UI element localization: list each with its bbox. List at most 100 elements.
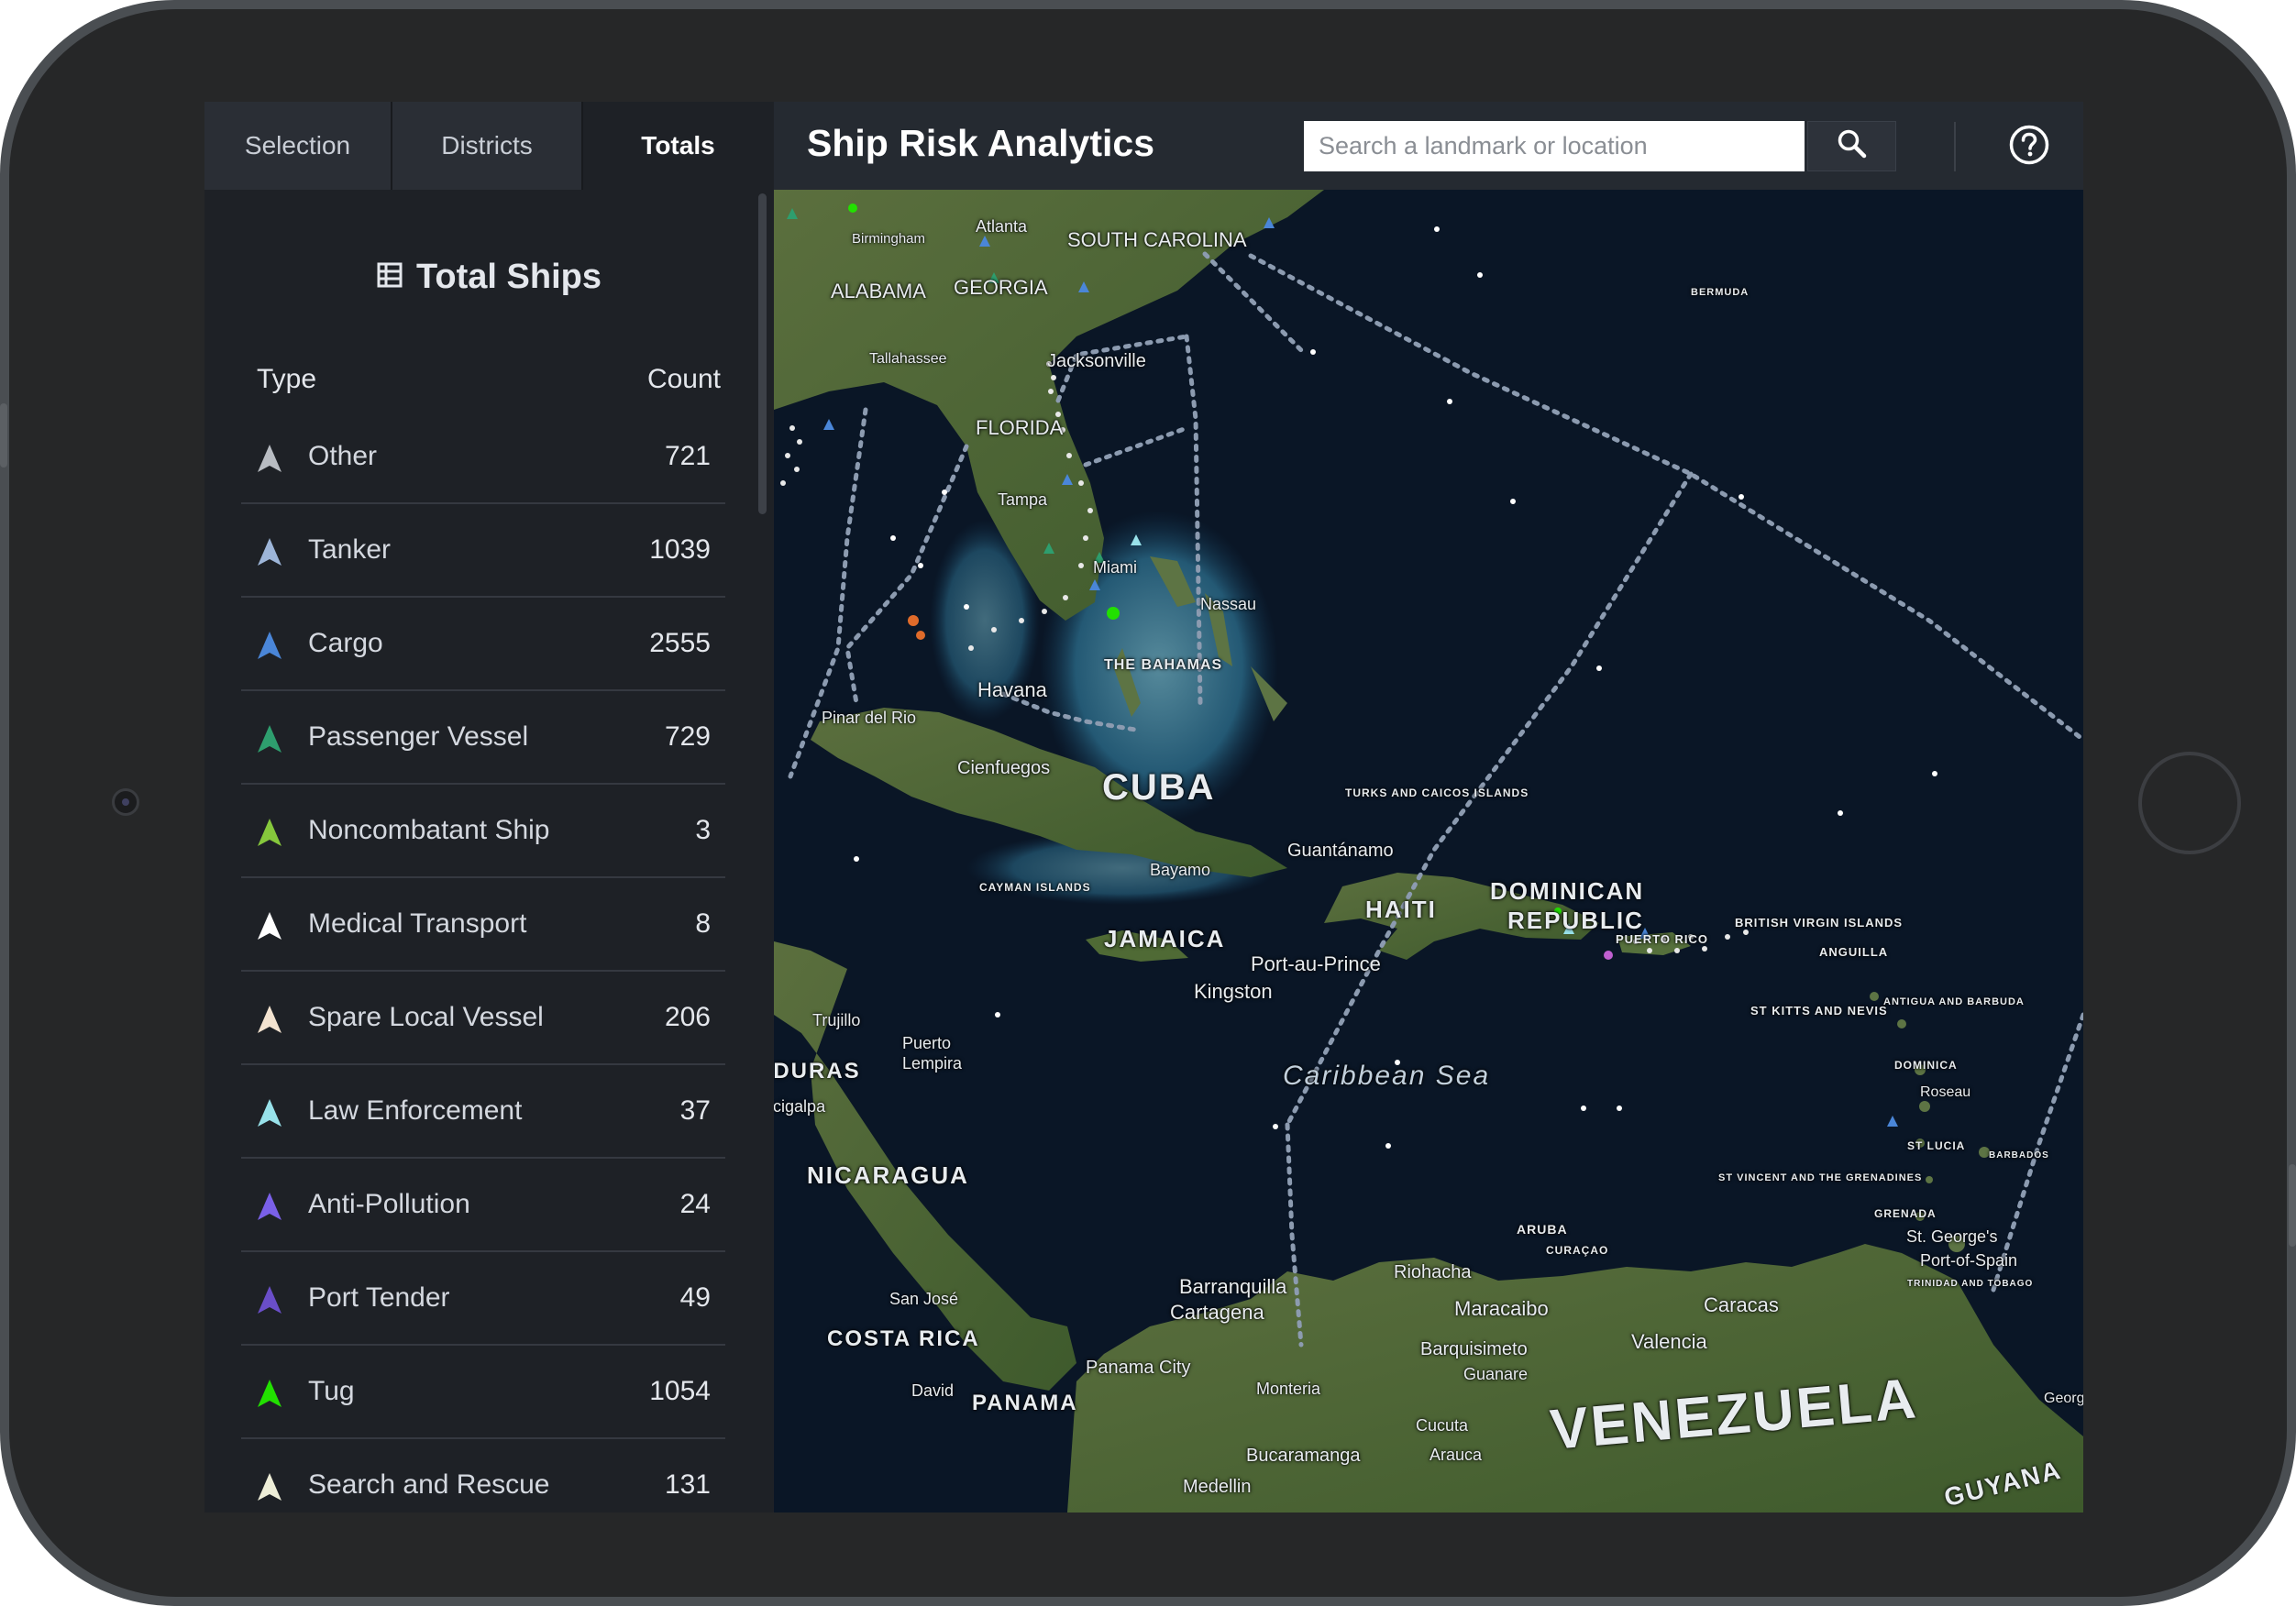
map-label-kingston: Kingston	[1194, 980, 1273, 1003]
ship-type-count: 721	[664, 441, 711, 471]
header-divider	[1954, 122, 1956, 171]
ship-arrow-icon	[256, 1192, 283, 1226]
map-label-stkitts: ST KITTS AND NEVIS	[1750, 1004, 1888, 1018]
map-label-puerto-rico: PUERTO RICO	[1616, 932, 1709, 946]
ship-arrow-icon	[256, 818, 283, 852]
map-label-tampa: Tampa	[998, 490, 1048, 509]
ship-arrow-icon	[256, 1285, 283, 1319]
ship-type-label: Anti-Pollution	[308, 1189, 470, 1219]
ship-type-row[interactable]: Search and Rescue 131	[241, 1439, 725, 1512]
map-label-guantanamo: Guantánamo	[1287, 841, 1394, 861]
map-label-south-carolina: SOUTH CAROLINA	[1067, 228, 1247, 251]
table-icon	[376, 258, 403, 298]
ship-arrow-icon	[256, 631, 283, 665]
map-label-nicaragua: NICARAGUA	[807, 1161, 969, 1189]
panel-scrollbar[interactable]	[758, 193, 767, 514]
app-header: Ship Risk Analytics	[774, 102, 2083, 190]
map-label-bermuda: BERMUDA	[1691, 287, 1750, 298]
ship-type-row[interactable]: Port Tender 49	[241, 1252, 725, 1346]
ship-arrow-icon	[256, 1379, 283, 1413]
map-label-bayamo: Bayamo	[1150, 861, 1211, 879]
ship-type-label: Medical Transport	[308, 908, 527, 939]
column-header-type: Type	[257, 364, 317, 394]
map-label-turks: TURKS AND CAICOS ISLANDS	[1345, 786, 1529, 799]
map-label-republic: REPUBLIC	[1507, 907, 1644, 934]
ship-type-label: Search and Rescue	[308, 1469, 550, 1500]
ship-type-row[interactable]: Law Enforcement 37	[241, 1065, 725, 1159]
side-button-left[interactable]	[0, 403, 7, 468]
map-label-barquisimeto: Barquisimeto	[1420, 1339, 1528, 1359]
map-label-birmingham: Birmingham	[852, 231, 926, 247]
map-label-cartagena: Cartagena	[1170, 1301, 1264, 1324]
ship-arrow-icon	[256, 911, 283, 945]
help-button[interactable]	[2004, 122, 2054, 171]
ship-arrow-icon	[256, 444, 283, 478]
app-screen: Selection Districts Totals Total Ships T…	[204, 102, 2083, 1512]
map-label-bahamas: THE BAHAMAS	[1104, 657, 1223, 673]
ship-type-count: 729	[664, 721, 711, 752]
panel-title-text: Total Ships	[416, 258, 602, 296]
home-button[interactable]	[2138, 752, 2241, 854]
map-label-panamacity: Panama City	[1086, 1358, 1191, 1378]
ship-arrow-icon	[256, 1005, 283, 1039]
map-label-jamaica: JAMAICA	[1104, 925, 1226, 952]
ship-type-label: Cargo	[308, 628, 383, 658]
map-label-bucaramanga: Bucaramanga	[1246, 1446, 1361, 1466]
map-label-tegucigalpa: Tegucigalpa	[774, 1097, 826, 1116]
app-title: Ship Risk Analytics	[807, 122, 1154, 164]
panel-title: Total Ships	[204, 258, 773, 298]
ship-type-count: 2555	[649, 628, 711, 658]
ship-type-row[interactable]: Anti-Pollution 24	[241, 1159, 725, 1252]
map-label-miami: Miami	[1093, 558, 1137, 577]
map-label-florida: FLORIDA	[976, 416, 1064, 439]
ship-type-count: 37	[679, 1095, 711, 1126]
map-label-barranquilla: Barranquilla	[1179, 1275, 1287, 1298]
ship-type-count: 3	[695, 815, 711, 845]
map-label-caribbean: Caribbean Sea	[1283, 1061, 1491, 1091]
ship-type-row[interactable]: Tanker 1039	[241, 504, 725, 598]
map-label-nassau: Nassau	[1200, 595, 1257, 613]
map-label-aruba: ARUBA	[1517, 1222, 1568, 1237]
map-label-cienfuegos: Cienfuegos	[957, 758, 1051, 778]
map-label-roseau: Roseau	[1920, 1084, 1971, 1100]
map-label-panama: PANAMA	[972, 1391, 1078, 1415]
ship-type-row[interactable]: Other 721	[241, 411, 725, 504]
map-label-bvi: BRITISH VIRGIN ISLANDS	[1735, 916, 1904, 930]
camera-icon	[112, 788, 139, 816]
ship-type-row[interactable]: Passenger Vessel 729	[241, 691, 725, 785]
ship-type-label: Other	[308, 441, 378, 471]
tab-bar: Selection Districts Totals	[204, 102, 773, 190]
search-input[interactable]	[1304, 121, 1805, 171]
ship-type-label: Noncombatant Ship	[308, 815, 550, 845]
map-label-sanjose: San José	[889, 1290, 959, 1308]
ship-type-count: 49	[679, 1282, 711, 1313]
map-label-trujillo: Trujillo	[812, 1011, 861, 1029]
tab-districts[interactable]: Districts	[392, 102, 583, 190]
tab-selection[interactable]: Selection	[204, 102, 392, 190]
map-label-anguilla: ANGUILLA	[1819, 945, 1889, 959]
map-label-alabama: ALABAMA	[831, 280, 926, 302]
ship-type-row[interactable]: Noncombatant Ship 3	[241, 785, 725, 878]
map-label-jacksonville: Jacksonville	[1047, 351, 1146, 371]
side-button-right[interactable]	[2289, 1164, 2296, 1247]
map-label-cayman: CAYMAN ISLANDS	[979, 881, 1091, 894]
ship-type-count: 1054	[649, 1376, 711, 1406]
tab-totals[interactable]: Totals	[583, 102, 773, 190]
search-button[interactable]	[1807, 121, 1896, 171]
map-label-haiti: HAITI	[1365, 896, 1437, 923]
map-canvas[interactable]	[774, 190, 2083, 1512]
ship-type-row[interactable]: Medical Transport 8	[241, 878, 725, 972]
map-label-stgeorges: St. George's	[1906, 1227, 1998, 1246]
ship-type-row[interactable]: Tug 1054	[241, 1346, 725, 1439]
ship-type-count: 24	[679, 1189, 711, 1219]
map-view[interactable]: SOUTH CAROLINA Atlanta Birmingham ALABAM…	[774, 190, 2083, 1512]
map-label-georgetown: Georgetown	[2044, 1391, 2083, 1406]
ship-type-row[interactable]: Spare Local Vessel 206	[241, 972, 725, 1065]
map-label-trinidad: TRINIDAD AND TOBAGO	[1907, 1279, 2034, 1289]
map-label-tallahassee: Tallahassee	[869, 351, 947, 367]
ship-type-row[interactable]: Cargo 2555	[241, 598, 725, 691]
ship-arrow-icon	[256, 537, 283, 571]
ship-type-label: Port Tender	[308, 1282, 450, 1313]
side-panel: Selection Districts Totals Total Ships T…	[204, 102, 773, 1512]
map-label-portauprince: Port-au-Prince	[1251, 952, 1381, 975]
